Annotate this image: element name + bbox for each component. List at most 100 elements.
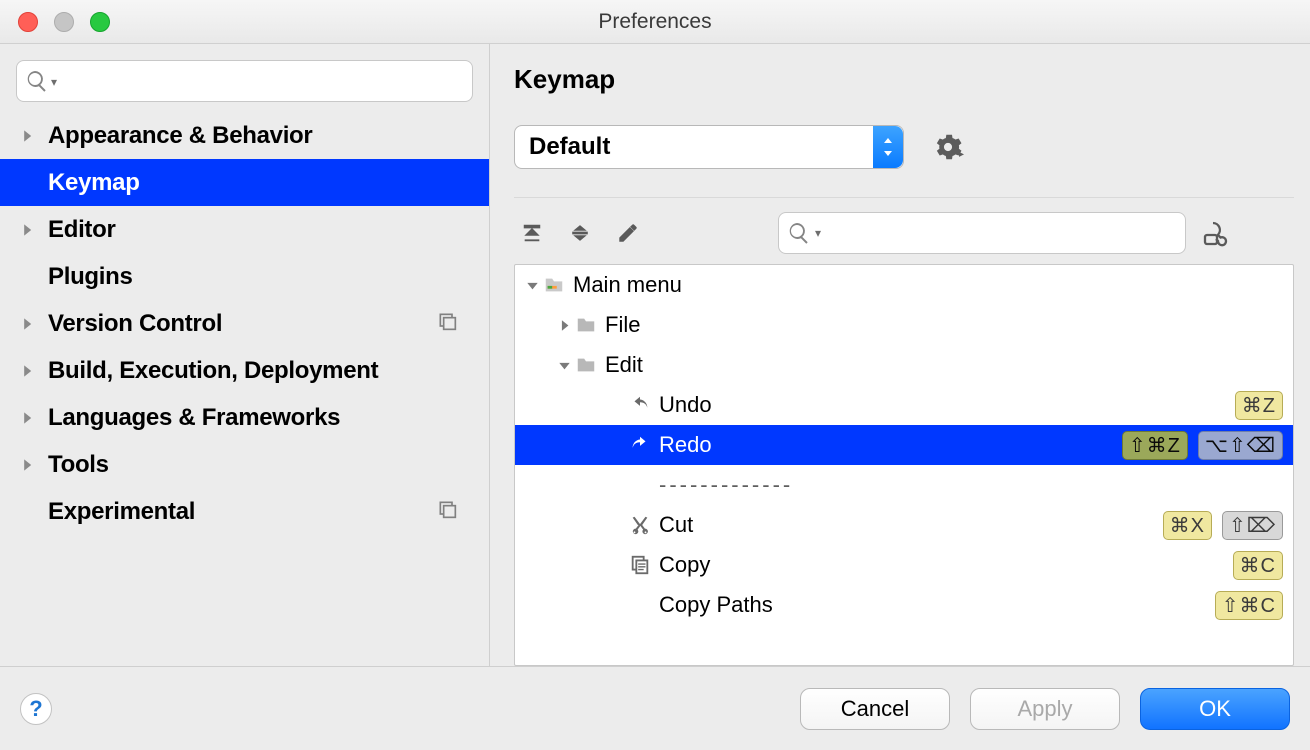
ok-button[interactable]: OK <box>1140 688 1290 730</box>
shortcut-list: ⌘X ⇧⌦ <box>1163 511 1283 540</box>
category-label: Build, Execution, Deployment <box>48 357 378 385</box>
preferences-window: Preferences ▾ Appearance & BehaviorKeyma… <box>0 0 1310 750</box>
settings-category-item[interactable]: Version Control <box>0 300 489 347</box>
tree-node-label: File <box>605 312 640 338</box>
settings-search-field[interactable]: ▾ <box>16 60 473 102</box>
keymap-profile-select[interactable]: Default <box>514 125 904 169</box>
collapse-all-button[interactable] <box>562 215 598 251</box>
category-label: Version Control <box>48 310 222 338</box>
category-label: Languages & Frameworks <box>48 404 340 432</box>
settings-category-item[interactable]: Experimental <box>0 488 489 535</box>
shortcut-list: ⌘Z <box>1235 391 1283 420</box>
keymap-profile-value: Default <box>529 133 610 161</box>
select-chevron-icon <box>873 126 903 168</box>
keymap-settings-gear-button[interactable]: ▸ <box>934 133 964 161</box>
action-search-chevron-icon[interactable]: ▾ <box>815 226 821 240</box>
help-button[interactable]: ? <box>20 693 52 725</box>
folder-icon <box>541 274 567 296</box>
tree-node-label: Main menu <box>573 272 682 298</box>
gear-dropdown-indicator-icon: ▸ <box>959 149 964 160</box>
search-icon <box>25 69 49 93</box>
settings-category-item[interactable]: Build, Execution, Deployment <box>0 347 489 394</box>
tree-separator: ------------- <box>515 465 1293 505</box>
pencil-icon <box>617 222 639 244</box>
shortcut-list: ⇧⌘C <box>1215 591 1283 620</box>
category-label: Editor <box>48 216 116 244</box>
find-shortcut-icon <box>1202 219 1230 247</box>
panel-heading: Keymap <box>514 64 1294 95</box>
settings-category-item[interactable]: Keymap <box>0 159 489 206</box>
settings-search-input[interactable] <box>61 70 464 93</box>
titlebar: Preferences <box>0 0 1310 44</box>
traffic-lights <box>18 12 110 32</box>
settings-sidebar: ▾ Appearance & Behavior Keymap Editor Plugi… <box>0 44 490 666</box>
maximize-window-button[interactable] <box>90 12 110 32</box>
category-label: Plugins <box>48 263 133 291</box>
shortcut-badge: ⌘X <box>1163 511 1212 540</box>
tree-expand-icon[interactable] <box>555 359 573 372</box>
settings-category-list: Appearance & Behavior Keymap Editor Plugins… <box>0 112 489 535</box>
search-icon <box>787 221 811 245</box>
tree-expand-icon[interactable] <box>523 279 541 292</box>
action-search-input[interactable] <box>825 222 1177 245</box>
redo-icon <box>627 434 653 456</box>
apply-button[interactable]: Apply <box>970 688 1120 730</box>
chevron-right-icon <box>20 458 38 472</box>
folder-icon <box>573 314 599 336</box>
action-label: Cut <box>659 512 693 538</box>
settings-category-item[interactable]: Appearance & Behavior <box>0 112 489 159</box>
expand-all-icon <box>521 222 543 244</box>
tree-node-file[interactable]: File <box>515 305 1293 345</box>
tree-node-edit[interactable]: Edit <box>515 345 1293 385</box>
tree-node-main-menu[interactable]: Main menu <box>515 265 1293 305</box>
shortcut-badge: ⇧⌘Z <box>1122 431 1188 460</box>
shortcut-list: ⌘C <box>1233 551 1283 580</box>
action-search-field[interactable]: ▾ <box>778 212 1186 254</box>
copy-icon <box>627 554 653 576</box>
settings-category-item[interactable]: Plugins <box>0 253 489 300</box>
shortcut-badge: ⌘C <box>1233 551 1283 580</box>
project-level-icon <box>437 310 457 338</box>
tree-action-item[interactable]: Undo ⌘Z <box>515 385 1293 425</box>
chevron-right-icon <box>20 364 38 378</box>
chevron-right-icon <box>20 223 38 237</box>
keymap-toolbar: ▾ <box>514 212 1294 254</box>
action-label: ------------- <box>659 472 793 498</box>
shortcut-badge: ⌥⇧⌫ <box>1198 431 1283 460</box>
dialog-button-bar: ? Cancel Apply OK <box>0 666 1310 750</box>
minimize-window-button[interactable] <box>54 12 74 32</box>
settings-category-item[interactable]: Languages & Frameworks <box>0 394 489 441</box>
settings-category-item[interactable]: Editor <box>0 206 489 253</box>
tree-action-item[interactable]: Redo⇧⌘Z⌥⇧⌫ <box>515 425 1293 465</box>
tree-action-item[interactable]: Copy ⌘C <box>515 545 1293 585</box>
settings-category-item[interactable]: Tools <box>0 441 489 488</box>
category-label: Keymap <box>48 169 140 197</box>
keymap-panel: Keymap Default ▸ <box>490 44 1310 666</box>
shortcut-badge: ⇧⌘C <box>1215 591 1283 620</box>
action-label: Copy Paths <box>659 592 773 618</box>
action-label: Undo <box>659 392 712 418</box>
search-history-chevron-icon[interactable]: ▾ <box>51 73 57 89</box>
tree-node-label: Edit <box>605 352 643 378</box>
cancel-button[interactable]: Cancel <box>800 688 950 730</box>
category-label: Experimental <box>48 498 195 526</box>
close-window-button[interactable] <box>18 12 38 32</box>
expand-all-button[interactable] <box>514 215 550 251</box>
tree-expand-icon[interactable] <box>555 319 573 332</box>
chevron-right-icon <box>20 129 38 143</box>
shortcut-badge: ⌘Z <box>1235 391 1283 420</box>
tree-action-item[interactable]: Copy Paths ⇧⌘C <box>515 585 1293 625</box>
folder-icon <box>573 354 599 376</box>
find-by-shortcut-button[interactable] <box>1198 215 1234 251</box>
action-label: Copy <box>659 552 710 578</box>
cut-icon <box>627 514 653 536</box>
chevron-right-icon <box>20 317 38 331</box>
separator <box>514 197 1294 198</box>
undo-icon <box>627 394 653 416</box>
shortcut-badge: ⇧⌦ <box>1222 511 1283 540</box>
edit-shortcut-button[interactable] <box>610 215 646 251</box>
tree-action-item[interactable]: Cut ⌘X ⇧⌦ <box>515 505 1293 545</box>
window-title: Preferences <box>598 10 711 34</box>
keymap-action-tree[interactable]: Main menu File Edit Undo⌘ZRedo⇧⌘Z⌥⇧⌫----… <box>514 264 1294 666</box>
collapse-all-icon <box>569 222 591 244</box>
